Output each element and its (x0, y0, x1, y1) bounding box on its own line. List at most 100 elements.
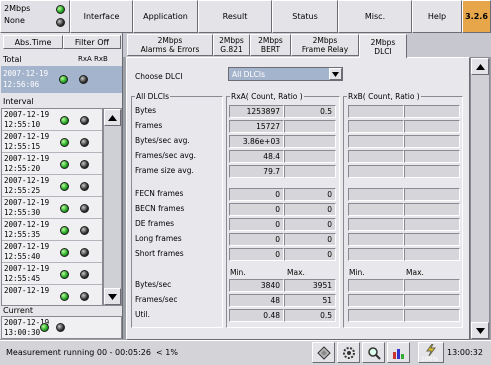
zoom-button[interactable] (362, 342, 385, 363)
bar-chart-icon (392, 348, 404, 359)
stat-label: DE frames (135, 219, 175, 228)
settings-button[interactable] (337, 342, 360, 363)
filter-button[interactable]: Filter Off (63, 35, 121, 49)
stat-label: Bytes (135, 106, 157, 115)
tab-status[interactable]: Status (272, 0, 338, 33)
rxa-led (60, 204, 69, 213)
rxb-ratio-field (404, 135, 460, 148)
rxb-led (80, 138, 89, 147)
rxb-min-field (348, 279, 404, 292)
tab-misc[interactable]: Misc. (338, 0, 412, 33)
subtab-frame-relay[interactable]: 2Mbps Frame Relay (291, 34, 359, 56)
clock: 13:00:32 (447, 348, 483, 357)
rxb-ratio-field (404, 150, 460, 163)
choose-dlci-dropdown[interactable]: All DLCIs (228, 67, 343, 81)
subtab-dlci[interactable]: 2Mbps DLCI (359, 34, 407, 58)
interval-time: 12:55:15 (4, 142, 41, 151)
rxb-ratio-field (404, 105, 460, 118)
current-label: Current (3, 306, 34, 315)
stat-label: Long frames (135, 234, 182, 243)
tab-interface[interactable]: Interface (70, 0, 133, 33)
current-rxa-led (40, 323, 49, 332)
subtab-line1: 2Mbps (258, 36, 283, 45)
arrow-down-icon (108, 293, 117, 300)
interval-row[interactable]: 2007-12-19 (2, 285, 102, 305)
rxa-count-field: 15727 (229, 120, 284, 133)
abs-time-button[interactable]: Abs.Time (3, 35, 63, 49)
total-time-row[interactable]: 2007-12-19 12:56:06 (1, 66, 122, 93)
main-scrollbar[interactable] (470, 57, 490, 340)
rxa-max-field: 51 (284, 294, 336, 307)
dropdown-toggle[interactable] (329, 68, 342, 80)
rxa-max-header: Max. (287, 268, 305, 277)
rxa-ratio-field (284, 120, 336, 133)
interval-time: 12:55:35 (4, 230, 41, 239)
diamond-icon (316, 345, 331, 360)
tab-result[interactable]: Result (198, 0, 272, 33)
rxb-count-field (348, 248, 404, 261)
interval-time: 12:55:45 (4, 274, 41, 283)
interval-row[interactable]: 2007-12-19 12:55:45 (2, 263, 102, 285)
interval-time: 12:55:25 (4, 186, 41, 195)
status-line1: 2Mbps (4, 4, 31, 13)
interval-row[interactable]: 2007-12-19 12:55:20 (2, 153, 102, 175)
rxb-count-field (348, 203, 404, 216)
rxb-led (80, 292, 89, 301)
stat-label: BECN frames (135, 204, 185, 213)
rxa-count-field: 0 (229, 203, 284, 216)
rxa-count-field: 79.7 (229, 165, 284, 178)
subtab-g-821[interactable]: 2Mbps G.821 (213, 34, 250, 56)
rxb-ratio-field (404, 233, 460, 246)
main-scroll-up-button[interactable] (471, 58, 489, 75)
interval-time: 12:55:30 (4, 208, 41, 217)
subtab-alarms-errors[interactable]: 2Mbps Alarms & Errors (127, 34, 213, 56)
interval-time: 12:55:40 (4, 252, 41, 261)
current-rxb-led (56, 323, 65, 332)
subtab-bert[interactable]: 2Mbps BERT (250, 34, 291, 56)
rxa-min-field: 48 (229, 294, 284, 307)
interval-scroll-down-button[interactable] (104, 288, 121, 305)
interval-scrollbar[interactable] (103, 108, 122, 306)
arrow-up-icon (108, 114, 117, 121)
status-led-black (56, 18, 65, 27)
rxb-min-header: Min. (349, 268, 365, 277)
chart-button[interactable] (387, 342, 410, 363)
interval-row[interactable]: 2007-12-19 12:55:25 (2, 175, 102, 197)
rxa-count-field: 48.4 (229, 150, 284, 163)
magnifier-icon (367, 346, 381, 360)
interval-date: 2007-12-19 (4, 286, 50, 295)
all-dlcis-title: All DLCIs (135, 92, 170, 101)
rxb-led (80, 204, 89, 213)
main-scroll-down-button[interactable] (471, 322, 489, 339)
interval-row[interactable]: 2007-12-19 12:55:30 (2, 197, 102, 219)
current-time-time: 13:00:30 (4, 328, 41, 337)
total-time-time: 12:56:06 (3, 80, 40, 89)
total-label: Total (3, 55, 22, 64)
rxb-max-field (404, 279, 460, 292)
choose-dlci-label: Choose DLCI (135, 72, 183, 81)
rxa-led (60, 116, 69, 125)
interval-row[interactable]: 2007-12-19 12:55:15 (2, 131, 102, 153)
rxb-count-field (348, 165, 404, 178)
rxb-led (80, 226, 89, 235)
tab-application[interactable]: Application (133, 0, 198, 33)
rxa-led (60, 226, 69, 235)
rxa-count-field: 3.86e+03 (229, 135, 284, 148)
subtab-line2: Frame Relay (301, 45, 349, 54)
stat-label: Frames/sec avg. (135, 151, 197, 160)
rxa-ratio-field: 0 (284, 248, 336, 261)
status-indicator: 2Mbps None (0, 0, 70, 33)
gear-icon (342, 346, 355, 359)
rxb-ratio-field (404, 218, 460, 231)
diamond-button[interactable] (312, 342, 335, 363)
rxb-ratio-field (404, 120, 460, 133)
interval-date: 2007-12-19 (4, 242, 50, 251)
tab-help[interactable]: Help (412, 0, 462, 33)
interval-scroll-up-button[interactable] (104, 109, 121, 126)
interval-date: 2007-12-19 (4, 264, 50, 273)
current-time-row[interactable]: 2007-12-19 13:00:30 (1, 316, 122, 339)
interval-row[interactable]: 2007-12-19 12:55:35 (2, 219, 102, 241)
interval-row[interactable]: 2007-12-19 12:55:40 (2, 241, 102, 263)
rxa-min-field: 0.48 (229, 309, 284, 322)
interval-row[interactable]: 2007-12-19 12:55:10 (2, 109, 102, 131)
